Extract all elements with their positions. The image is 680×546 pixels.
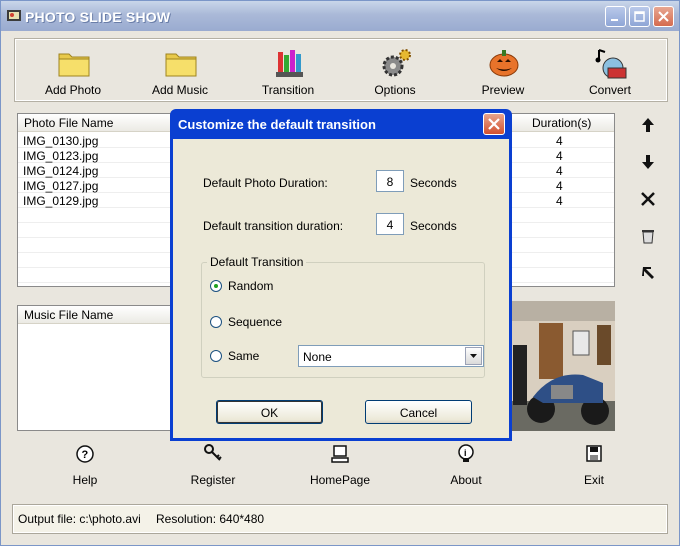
delete-icon[interactable] [639, 190, 657, 208]
ok-button[interactable]: OK [216, 400, 323, 424]
default-transition-title: Default Transition [207, 255, 307, 269]
register-label: Register [190, 473, 236, 487]
resolution-text: Resolution: 640*480 [156, 512, 265, 526]
maximize-button[interactable] [629, 6, 650, 27]
film-icon [595, 49, 627, 79]
svg-text:i: i [464, 448, 467, 458]
add-photo-button[interactable]: Add Photo [32, 44, 114, 100]
music-list[interactable]: Music File Name [17, 305, 177, 431]
same-radio[interactable] [210, 350, 222, 362]
transition-duration-unit: Seconds [410, 219, 457, 233]
minimize-button[interactable] [605, 6, 626, 27]
about-label: About [450, 473, 482, 487]
photo-name-cell: IMG_0123.jpg [23, 149, 99, 163]
sequence-radio[interactable] [210, 316, 222, 328]
close-icon [488, 118, 500, 130]
radio-selected-dot [214, 284, 218, 288]
folder-icon [165, 53, 197, 77]
duration-cell: 4 [556, 179, 563, 193]
register-button[interactable]: Register [165, 443, 261, 491]
photo-duration-label: Default Photo Duration: [203, 176, 328, 190]
add-photo-label: Add Photo [44, 83, 102, 97]
homepage-button[interactable]: HomePage [292, 443, 388, 491]
photo-duration-unit: Seconds [410, 176, 457, 190]
output-file-text: Output file: c:\photo.avi [18, 512, 141, 526]
move-top-icon[interactable] [639, 264, 657, 282]
window-title: PHOTO SLIDE SHOW [25, 9, 171, 25]
preview-button[interactable]: Preview [462, 44, 544, 100]
exit-button[interactable]: Exit [546, 443, 642, 491]
convert-button[interactable]: Convert [569, 44, 651, 100]
close-button[interactable] [653, 6, 674, 27]
status-bar: Output file: c:\photo.avi Resolution: 64… [12, 504, 668, 534]
music-name-header[interactable]: Music File Name [18, 306, 176, 324]
gears-icon [382, 49, 411, 77]
title-bar[interactable]: PHOTO SLIDE SHOW [1, 1, 679, 31]
dialog-title: Customize the default transition [178, 117, 376, 132]
random-radio[interactable] [210, 280, 222, 292]
options-button[interactable]: Options [354, 44, 436, 100]
exit-label: Exit [583, 473, 604, 487]
svg-text:?: ? [82, 449, 89, 461]
toolbar: Add Photo Add Music Transition Options P… [14, 38, 668, 102]
homepage-label: HomePage [309, 473, 371, 487]
close-icon [658, 11, 669, 22]
duration-cell: 4 [556, 194, 563, 208]
photo-name-cell: IMG_0124.jpg [23, 164, 99, 178]
pencils-icon [276, 50, 303, 77]
add-music-label: Add Music [151, 83, 209, 97]
duration-cell: 4 [556, 164, 563, 178]
photo-name-header[interactable]: Photo File Name [18, 114, 178, 132]
select-value: None [303, 350, 332, 364]
add-music-button[interactable]: Add Music [139, 44, 221, 100]
transition-button[interactable]: Transition [247, 44, 329, 100]
main-window: PHOTO SLIDE SHOW Add Photo Add Music Tra… [0, 0, 680, 546]
transition-label: Transition [261, 83, 315, 97]
arrow-up-icon[interactable] [639, 116, 657, 134]
help-label: Help [72, 473, 98, 487]
folder-icon [58, 53, 90, 77]
dialog-close-button[interactable] [483, 113, 505, 135]
photo-preview [511, 301, 615, 431]
transition-duration-label: Default transition duration: [203, 219, 344, 233]
options-label: Options [374, 83, 416, 97]
transition-duration-input[interactable]: 4 [376, 213, 404, 235]
dropdown-arrow-button[interactable] [465, 347, 482, 365]
chevron-down-icon [470, 354, 477, 358]
about-button[interactable]: i About [418, 443, 514, 491]
duration-cell: 4 [556, 149, 563, 163]
arrow-down-icon[interactable] [639, 153, 657, 171]
duration-header[interactable]: Duration(s) [512, 114, 614, 132]
photo-name-cell: IMG_0127.jpg [23, 179, 99, 193]
photo-name-cell: IMG_0130.jpg [23, 134, 99, 148]
minimize-icon [611, 19, 618, 21]
help-icon: ? [76, 445, 94, 463]
computer-icon [331, 445, 349, 463]
maximize-icon [634, 11, 645, 22]
clear-icon[interactable] [639, 227, 657, 245]
photo-duration-input[interactable]: 8 [376, 170, 404, 192]
photo-name-cell: IMG_0129.jpg [23, 194, 99, 208]
app-icon [7, 10, 21, 21]
convert-label: Convert [588, 83, 632, 97]
disk-icon [586, 445, 602, 462]
same-label[interactable]: Same [228, 349, 259, 363]
help-button[interactable]: ? Help [37, 443, 133, 491]
key-icon [204, 444, 222, 461]
transition-dialog: Customize the default transition Default… [170, 109, 512, 441]
preview-label: Preview [481, 83, 525, 97]
cancel-button[interactable]: Cancel [365, 400, 472, 424]
same-transition-select[interactable]: None [298, 345, 484, 367]
bulb-icon: i [458, 444, 474, 462]
duration-cell: 4 [556, 134, 563, 148]
random-label[interactable]: Random [228, 279, 273, 293]
pumpkin-icon [489, 50, 519, 77]
sequence-label[interactable]: Sequence [228, 315, 282, 329]
dialog-body: Default Photo Duration: 8 Seconds Defaul… [173, 139, 509, 438]
